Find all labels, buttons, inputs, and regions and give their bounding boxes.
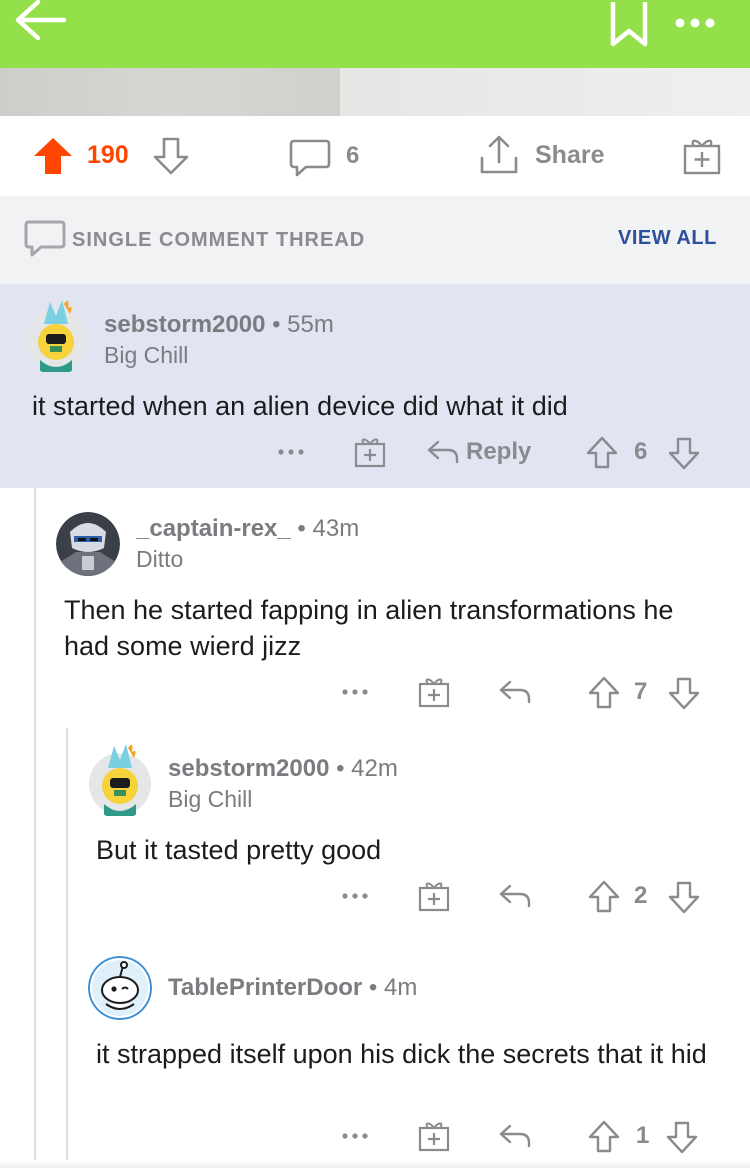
comment-thread-icon <box>24 220 66 257</box>
post-image[interactable] <box>0 68 750 116</box>
post-image-right <box>340 68 750 116</box>
more-options-icon[interactable] <box>340 1124 370 1148</box>
downvote-icon[interactable] <box>668 880 700 914</box>
award-icon[interactable] <box>418 880 450 912</box>
comment-score: 2 <box>634 882 648 909</box>
avatar[interactable] <box>56 512 120 576</box>
downvote-icon[interactable] <box>666 1120 698 1154</box>
more-options-icon[interactable] <box>340 680 370 704</box>
comment-body: Then he started fapping in alien transfo… <box>64 595 674 661</box>
share-icon[interactable] <box>478 134 520 176</box>
award-icon[interactable] <box>418 1120 450 1152</box>
view-all-link[interactable]: VIEW ALL <box>618 227 717 250</box>
award-icon[interactable] <box>682 136 722 176</box>
avatar[interactable] <box>88 738 152 820</box>
comment-score: 6 <box>634 438 648 465</box>
comment-time: • 43m <box>297 515 360 542</box>
award-icon[interactable] <box>354 436 386 468</box>
comment-score: 1 <box>636 1122 650 1149</box>
screen-bottom-edge <box>0 1160 750 1168</box>
upvote-icon[interactable] <box>588 880 620 914</box>
downvote-icon[interactable] <box>152 136 190 176</box>
comment-time: • 42m <box>336 755 398 782</box>
post-image-left <box>0 68 340 116</box>
more-options-icon[interactable] <box>276 440 306 464</box>
user-flair: Ditto <box>136 546 184 572</box>
reply-icon[interactable] <box>498 678 532 706</box>
share-label[interactable]: Share <box>535 141 604 170</box>
bookmark-icon[interactable] <box>608 0 650 50</box>
comment-icon[interactable] <box>288 138 332 178</box>
upvote-icon[interactable] <box>588 676 620 710</box>
comment-username[interactable]: TablePrinterDoor • 4m <box>168 974 417 1002</box>
thread-label: SINGLE COMMENT THREAD <box>72 229 366 251</box>
user-flair: Big Chill <box>104 342 189 368</box>
comment-score: 7 <box>634 678 648 705</box>
thread-line <box>66 728 68 1168</box>
downvote-icon[interactable] <box>668 436 700 470</box>
more-options-icon[interactable] <box>340 884 370 908</box>
avatar[interactable] <box>88 956 152 1020</box>
back-arrow-icon[interactable] <box>14 0 70 44</box>
comment-body: it started when an alien device did what… <box>32 391 568 421</box>
username-text[interactable]: _captain-rex_ <box>136 515 291 542</box>
comment-count: 6 <box>346 142 360 169</box>
reply-icon[interactable] <box>498 1122 532 1150</box>
comment-body: it strapped itself upon his dick the sec… <box>96 1039 707 1069</box>
more-icon[interactable] <box>672 10 718 36</box>
award-icon[interactable] <box>418 676 450 708</box>
username-text[interactable]: TablePrinterDoor <box>168 974 362 1001</box>
upvote-icon[interactable] <box>586 436 618 470</box>
post-action-bar: 190 6 Share <box>0 116 750 196</box>
post-score: 190 <box>87 141 129 169</box>
avatar[interactable] <box>24 294 88 376</box>
upvote-icon[interactable] <box>588 1120 620 1154</box>
comment-username[interactable]: sebstorm2000 • 42m <box>168 755 398 783</box>
username-text[interactable]: sebstorm2000 <box>104 311 265 338</box>
comment-username[interactable]: _captain-rex_ • 43m <box>136 515 359 543</box>
downvote-icon[interactable] <box>668 676 700 710</box>
reply-icon[interactable] <box>498 882 532 910</box>
thread-line <box>34 488 36 1168</box>
user-flair: Big Chill <box>168 786 253 812</box>
single-comment-thread-bar: SINGLE COMMENT THREAD VIEW ALL <box>0 196 750 284</box>
top-bar <box>0 0 750 68</box>
comment-body: But it tasted pretty good <box>96 835 382 865</box>
comment-time: • 55m <box>272 311 334 338</box>
comment-username[interactable]: sebstorm2000 • 55m <box>104 311 334 339</box>
username-text[interactable]: sebstorm2000 <box>168 755 329 782</box>
comment-time: • 4m <box>368 974 418 1001</box>
reply-button[interactable]: Reply <box>466 438 531 466</box>
reply-icon[interactable] <box>426 438 460 466</box>
upvote-icon[interactable] <box>32 136 74 176</box>
